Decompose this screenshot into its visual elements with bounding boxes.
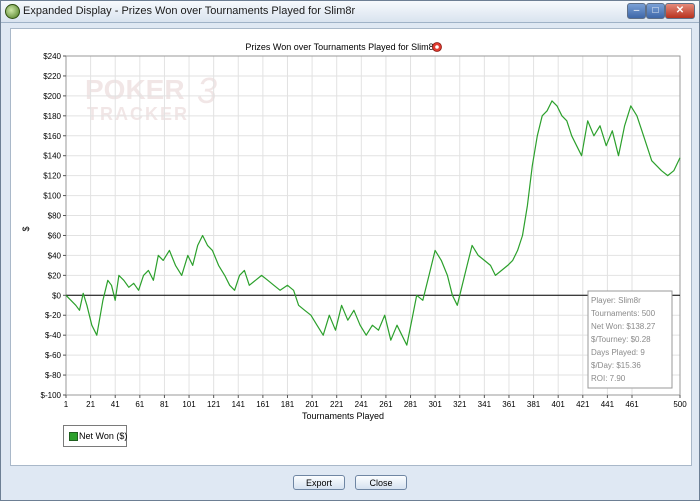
- chart-title: Prizes Won over Tournaments Played for S…: [245, 42, 436, 52]
- watermark-tracker: TRACKER: [87, 104, 189, 124]
- legend-label: Net Won ($): [79, 431, 128, 441]
- x-tick-label: 500: [673, 400, 687, 409]
- y-tick-label: $-80: [45, 371, 62, 380]
- stats-per-day: $/Day: $15.36: [591, 361, 641, 370]
- y-tick-label: $160: [43, 132, 61, 141]
- y-tick-label: $-60: [45, 351, 62, 360]
- poker-chip-icon: [432, 42, 442, 52]
- x-tick-label: 141: [232, 400, 246, 409]
- x-tick-label: 241: [355, 400, 369, 409]
- y-tick-label: $140: [43, 152, 61, 161]
- legend-swatch: [69, 432, 78, 441]
- y-tick-label: $20: [48, 271, 62, 280]
- y-tick-label: $100: [43, 192, 61, 201]
- x-tick-label: 1: [64, 400, 69, 409]
- x-tick-label: 321: [453, 400, 467, 409]
- chart-svg: POKER 3 TRACKER Prizes Won over Tourname…: [21, 42, 687, 421]
- stats-tournaments: Tournaments: 500: [591, 309, 656, 318]
- x-tick-label: 181: [281, 400, 295, 409]
- y-tick-label: $60: [48, 231, 62, 240]
- y-axis-label: $: [21, 226, 31, 231]
- x-tick-label: 461: [625, 400, 639, 409]
- export-button[interactable]: Export: [293, 475, 345, 490]
- stats-per-tourney: $/Tourney: $0.28: [591, 335, 651, 344]
- y-tick-label: $180: [43, 112, 61, 121]
- stats-days-played: Days Played: 9: [591, 348, 645, 357]
- x-axis-ticks: 1 21 41 61 81 101 121 141 161 181 201 221 241 261 281 3…: [64, 395, 687, 409]
- maximize-button[interactable]: □: [646, 3, 665, 19]
- y-tick-label: $-20: [45, 311, 62, 320]
- x-tick-label: 61: [135, 400, 144, 409]
- x-tick-label: 281: [404, 400, 418, 409]
- x-tick-label: 361: [502, 400, 516, 409]
- y-tick-label: $0: [52, 291, 61, 300]
- x-tick-label: 401: [552, 400, 566, 409]
- x-tick-label: 301: [428, 400, 442, 409]
- stats-player: Player: Slim8r: [591, 296, 641, 305]
- x-tick-label: 221: [330, 400, 344, 409]
- y-tick-label: $200: [43, 92, 61, 101]
- x-tick-label: 381: [527, 400, 541, 409]
- app-window: Expanded Display - Prizes Won over Tourn…: [0, 0, 700, 501]
- x-tick-label: 161: [256, 400, 270, 409]
- x-tick-label: 41: [111, 400, 120, 409]
- title-bar[interactable]: Expanded Display - Prizes Won over Tourn…: [1, 1, 699, 23]
- window-title: Expanded Display - Prizes Won over Tourn…: [23, 5, 356, 17]
- x-tick-label: 441: [601, 400, 615, 409]
- watermark-poker: POKER: [85, 74, 185, 105]
- y-axis-ticks: $240 $220 $200 $180 $160 $140 $120 $100 $80 $60 $4…: [41, 52, 66, 400]
- chart-legend: Net Won ($): [63, 425, 127, 447]
- y-tick-label: $220: [43, 72, 61, 81]
- x-tick-label: 341: [478, 400, 492, 409]
- app-icon: [5, 4, 20, 19]
- stats-box: Player: Slim8r Tournaments: 500 Net Won:…: [587, 290, 673, 389]
- y-tick-label: $80: [48, 212, 62, 221]
- chart-panel: POKER 3 TRACKER Prizes Won over Tourname…: [10, 28, 692, 466]
- x-tick-label: 21: [86, 400, 95, 409]
- x-axis-label: Tournaments Played: [302, 411, 384, 421]
- x-tick-label: 201: [305, 400, 319, 409]
- minimize-button[interactable]: –: [627, 3, 646, 19]
- y-tick-label: $-40: [45, 331, 62, 340]
- x-tick-label: 121: [207, 400, 221, 409]
- stats-net-won: Net Won: $138.27: [591, 322, 656, 331]
- x-tick-label: 261: [379, 400, 393, 409]
- x-tick-label: 101: [182, 400, 196, 409]
- y-tick-label: $-100: [41, 391, 62, 400]
- y-tick-label: $40: [48, 251, 62, 260]
- close-window-button[interactable]: ✕: [665, 3, 695, 19]
- y-tick-label: $120: [43, 172, 61, 181]
- close-button[interactable]: Close: [355, 475, 407, 490]
- stats-roi: ROI: 7.90: [591, 374, 626, 383]
- x-tick-label: 81: [160, 400, 169, 409]
- y-tick-label: $240: [43, 52, 61, 61]
- x-tick-label: 421: [576, 400, 590, 409]
